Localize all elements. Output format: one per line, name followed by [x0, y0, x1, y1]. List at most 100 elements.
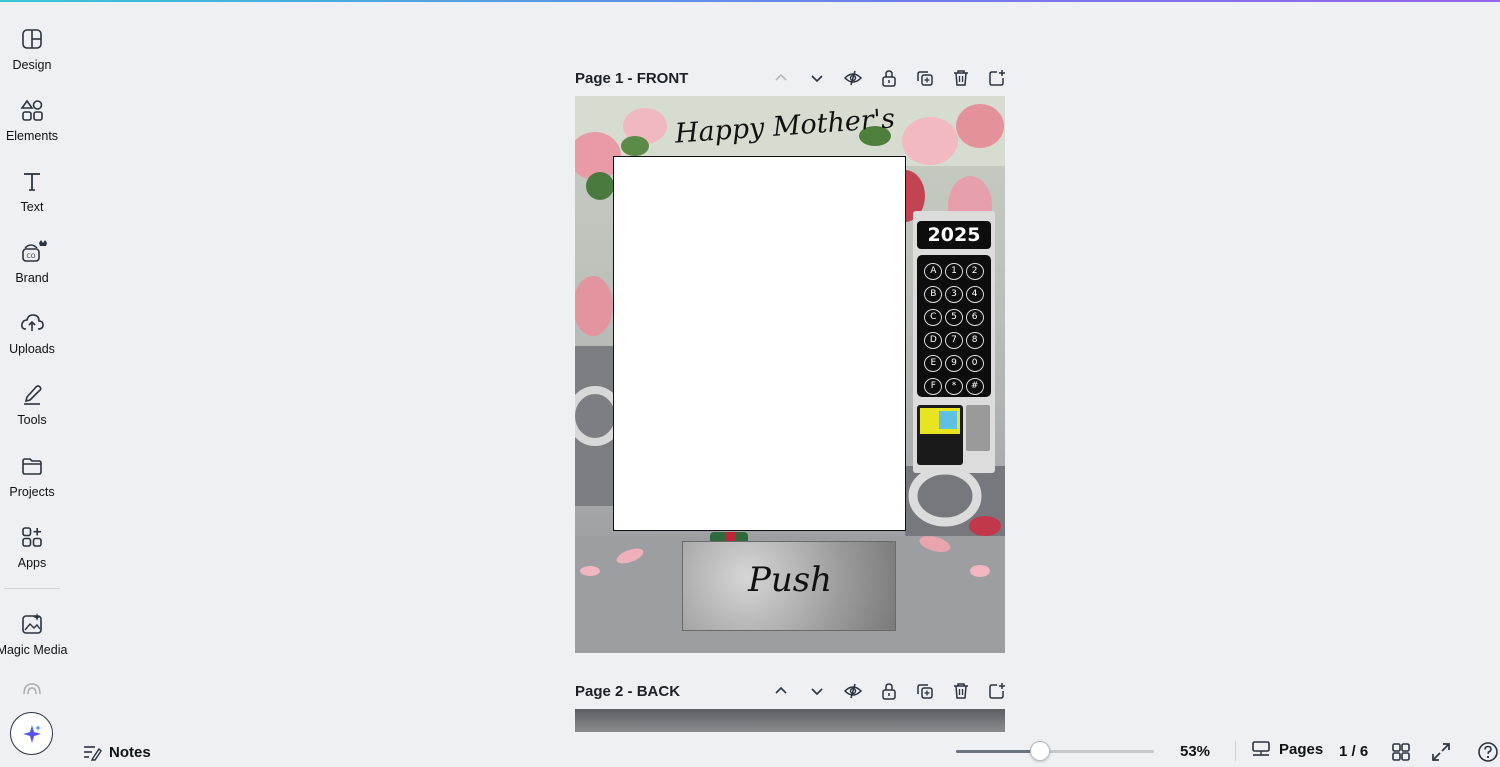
sidebar-item-label: Apps — [17, 556, 47, 570]
zoom-value[interactable]: 53% — [1180, 743, 1210, 760]
year-badge: 2025 — [917, 221, 991, 249]
vending-keypad-panel[interactable]: 2025 A 1 2 B 3 4 C 5 6 D 7 8 E 9 0 F * # — [913, 211, 995, 473]
duplicate-icon — [917, 71, 933, 86]
sidebar-item-label: Tools — [17, 413, 47, 427]
lock-page-button[interactable] — [871, 65, 907, 91]
delete-page-button[interactable] — [943, 65, 979, 91]
eye-hidden-icon — [843, 683, 863, 699]
sidebar-item-text[interactable]: Text — [0, 160, 64, 222]
page-2-header: Page 2 - BACK — [575, 678, 1005, 704]
photo-placeholder-frame[interactable] — [613, 156, 906, 531]
sidebar-item-label: Magic Media — [0, 643, 68, 657]
key-button: C — [924, 309, 943, 326]
push-label: Push — [747, 560, 833, 600]
move-page-down-button[interactable] — [799, 678, 835, 704]
key-button: D — [924, 332, 943, 349]
sidebar-item-magic-media[interactable]: Magic Media — [0, 603, 68, 665]
sidebar-item-elements[interactable]: Elements — [0, 89, 64, 151]
page-1-header: Page 1 - FRONT — [575, 65, 1005, 91]
notes-icon — [84, 746, 102, 761]
bottom-bar-divider — [1235, 741, 1236, 761]
trash-icon — [954, 70, 968, 86]
sidebar-item-design[interactable]: Design — [0, 18, 64, 80]
trash-icon — [954, 683, 968, 699]
notes-button[interactable]: Notes — [82, 740, 151, 764]
lock-icon — [882, 683, 896, 700]
key-button: B — [924, 286, 943, 303]
page-toolbar — [763, 65, 1015, 91]
projects-icon — [19, 453, 45, 479]
page-toolbar — [763, 678, 1015, 704]
duplicate-icon — [917, 684, 933, 699]
tools-icon — [19, 381, 45, 407]
sparkle-icon — [22, 724, 41, 743]
key-button: E — [924, 355, 943, 372]
key-button: 7 — [944, 332, 963, 349]
more-icon — [23, 683, 41, 695]
notes-label: Notes — [109, 743, 151, 761]
sidebar-item-brand[interactable]: CO Brand — [0, 231, 64, 293]
lock-icon — [882, 70, 896, 87]
zoom-slider-handle[interactable] — [1030, 741, 1051, 761]
magic-assistant-button[interactable] — [10, 712, 53, 755]
lock-page-button[interactable] — [871, 678, 907, 704]
pages-button[interactable]: Pages — [1251, 740, 1323, 758]
key-button: * — [944, 378, 963, 395]
key-button: # — [965, 378, 984, 395]
chevron-up-icon — [775, 686, 787, 694]
coin-slot-graphic — [966, 405, 990, 451]
key-button: 2 — [965, 263, 984, 280]
design-page-1[interactable]: Happy Mother's Day! 2025 A 1 2 B 3 4 C 5… — [575, 96, 1005, 653]
add-page-icon — [989, 683, 1005, 699]
hide-page-button[interactable] — [835, 65, 871, 91]
sidebar-item-label: Brand — [15, 271, 49, 285]
sidebar-item-apps[interactable]: Apps — [0, 516, 64, 578]
svg-text:CO: CO — [27, 253, 36, 260]
page-title[interactable]: Page 2 - BACK — [575, 683, 680, 700]
help-icon[interactable] — [1477, 741, 1499, 763]
add-page-button[interactable] — [979, 65, 1015, 91]
key-button: 3 — [944, 286, 963, 303]
sidebar-divider — [4, 588, 60, 589]
key-button: 0 — [965, 355, 984, 372]
duplicate-page-button[interactable] — [907, 65, 943, 91]
add-page-icon — [989, 70, 1005, 86]
sidebar-item-label: Text — [20, 200, 44, 214]
sidebar-item-tools[interactable]: Tools — [0, 373, 64, 435]
page-title[interactable]: Page 1 - FRONT — [575, 70, 688, 87]
move-page-up-button[interactable] — [763, 678, 799, 704]
move-page-up-button[interactable] — [763, 65, 799, 91]
elements-icon — [19, 97, 45, 123]
magic-media-icon — [19, 611, 45, 637]
key-button: F — [924, 378, 943, 395]
keypad: A 1 2 B 3 4 C 5 6 D 7 8 E 9 0 F * # — [917, 255, 991, 397]
delete-page-button[interactable] — [943, 678, 979, 704]
apps-icon — [19, 524, 45, 550]
grid-view-icon[interactable] — [1390, 741, 1412, 763]
add-page-button[interactable] — [979, 678, 1015, 704]
sidebar-item-projects[interactable]: Projects — [0, 445, 64, 507]
key-button: 5 — [944, 309, 963, 326]
sidebar-item-label: Uploads — [9, 342, 55, 356]
top-gradient-line — [0, 0, 1500, 2]
key-button: 1 — [944, 263, 963, 280]
brand-icon: CO — [19, 239, 47, 265]
text-icon — [19, 168, 45, 194]
sidebar-item-uploads[interactable]: Uploads — [0, 302, 64, 364]
pages-label: Pages — [1279, 740, 1324, 758]
key-button: 6 — [965, 309, 984, 326]
uploads-icon — [19, 310, 45, 336]
left-sidebar: Design Elements Text CO Brand Uploads To… — [0, 2, 68, 767]
duplicate-page-button[interactable] — [907, 678, 943, 704]
design-page-2[interactable] — [575, 709, 1005, 732]
design-icon — [19, 26, 45, 52]
hide-page-button[interactable] — [835, 678, 871, 704]
fullscreen-icon[interactable] — [1430, 741, 1452, 763]
key-button: 4 — [965, 286, 984, 303]
zoom-slider[interactable] — [956, 750, 1154, 753]
push-panel[interactable]: Push — [682, 541, 896, 631]
move-page-down-button[interactable] — [799, 65, 835, 91]
key-button: 9 — [944, 355, 963, 372]
pages-icon — [1252, 741, 1270, 756]
page-count[interactable]: 1 / 6 — [1339, 743, 1368, 760]
